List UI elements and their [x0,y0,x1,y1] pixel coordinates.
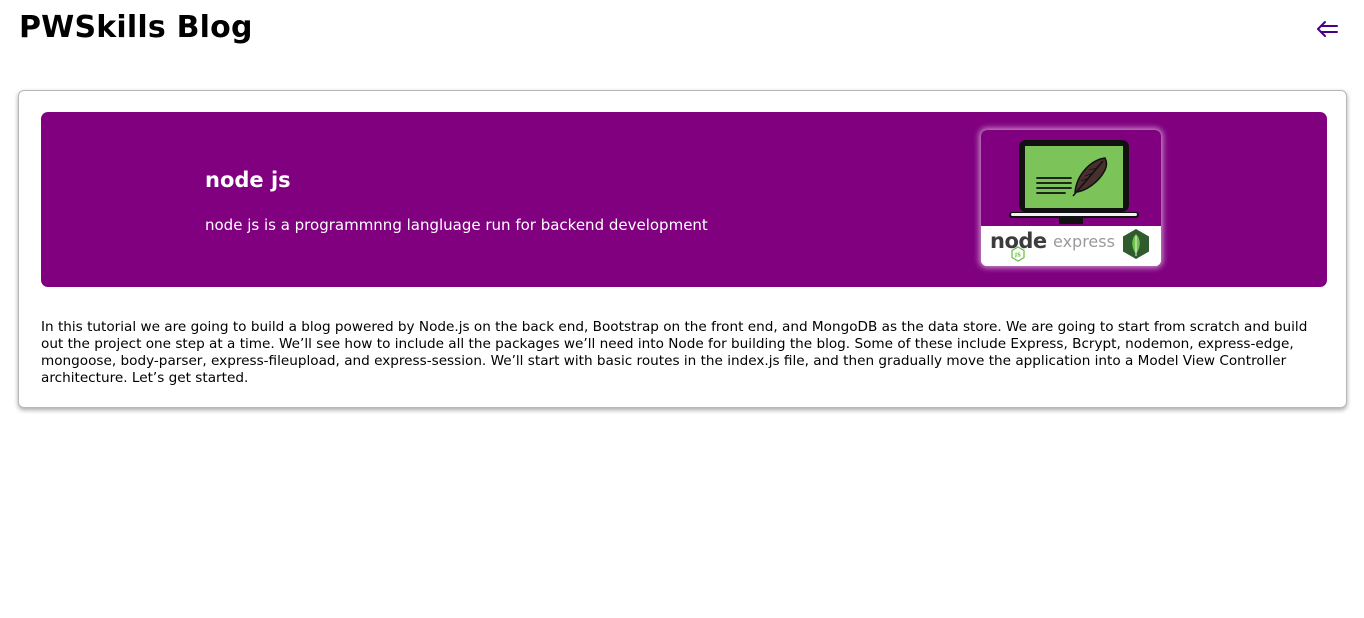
top-bar: PWSkills Blog [0,0,1364,60]
post-banner: node js node js is a programmnng langlua… [41,112,1327,287]
node-js-badge-icon: JS [1011,246,1025,262]
post-card: node js node js is a programmnng langlua… [18,90,1347,408]
back-button[interactable] [1313,16,1343,42]
post-description: node js is a programmnng langluage run f… [205,216,708,234]
post-title: node js [205,168,291,192]
site-title: PWSkills Blog [19,10,253,45]
node-js-badge-label: JS [1014,253,1021,259]
left-double-arrow-icon [1317,21,1338,37]
thumbnail-top [981,130,1161,226]
laptop-feather-icon [1009,140,1139,224]
express-logo-text: express [1053,232,1115,251]
post-thumbnail: node JS express [981,130,1161,266]
post-body: In this tutorial we are going to build a… [41,319,1308,386]
mongodb-leaf-icon [1123,229,1149,259]
